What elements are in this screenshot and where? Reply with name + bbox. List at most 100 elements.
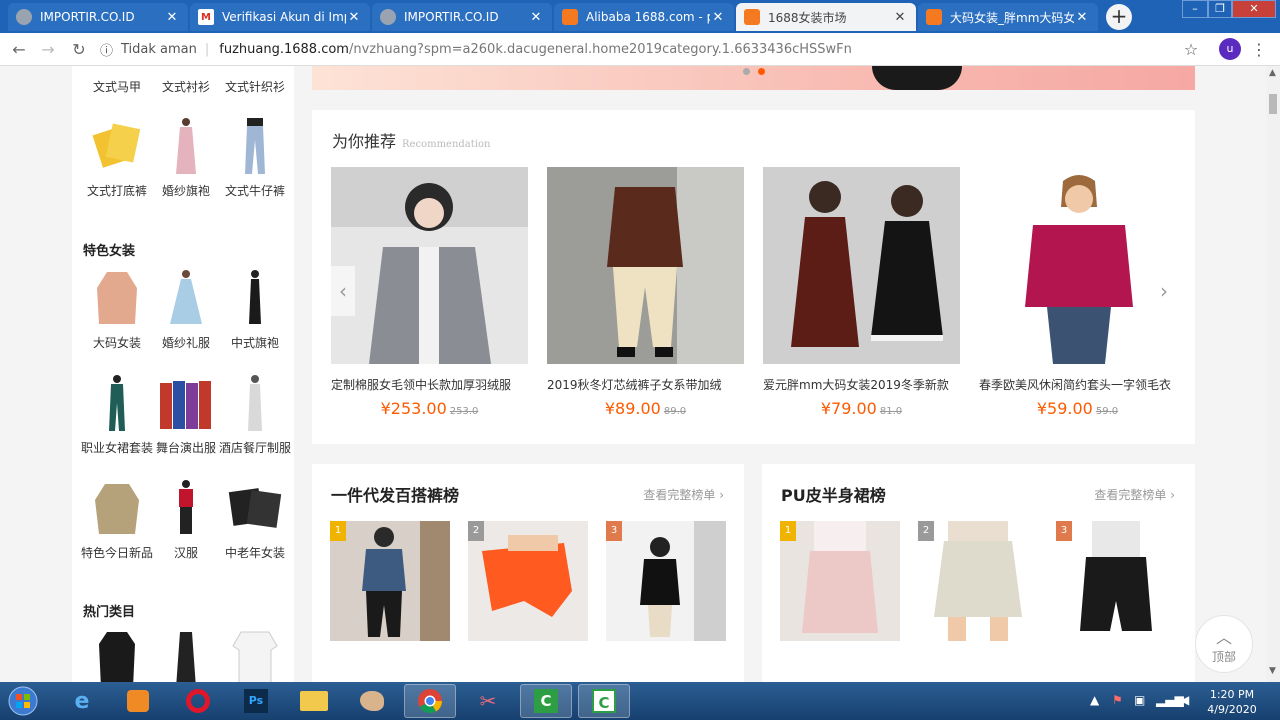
file-explorer-icon[interactable] [288, 684, 340, 718]
product-name[interactable]: 定制棉服女毛领中长款加厚羽绒服 [331, 376, 528, 393]
ranking-item[interactable]: 3 [606, 521, 726, 641]
category-item[interactable]: 酒店餐厅制服 [218, 373, 292, 456]
bookmark-star-icon[interactable]: ☆ [1180, 39, 1202, 61]
restore-icon[interactable]: ❐ [1208, 0, 1232, 18]
product-price: ¥59.00 [1036, 399, 1093, 418]
close-icon[interactable]: ✕ [164, 10, 180, 25]
product-image[interactable] [763, 167, 960, 364]
chevron-up-icon: ︿ [1215, 628, 1232, 647]
camtasia-recorder-icon[interactable]: C [578, 684, 630, 718]
forward-arrow-icon[interactable]: → [37, 39, 59, 61]
profile-avatar[interactable]: u [1219, 38, 1241, 60]
product-card[interactable]: 春季欧美风休闲简约套头一字领毛衣 ¥59.00 59.0 [979, 167, 1176, 418]
category-item[interactable]: 婚纱礼服 [149, 268, 223, 351]
back-arrow-icon[interactable]: ← [8, 39, 30, 61]
close-icon[interactable]: ✕ [892, 10, 908, 25]
category-item[interactable]: 职业女裙套装 [80, 373, 154, 456]
chrome-icon[interactable] [404, 684, 456, 718]
category-item[interactable]: 文式衬衫 [149, 78, 223, 95]
category-item[interactable]: 文式针织衫 [218, 78, 292, 95]
carousel-dot-active[interactable] [758, 68, 765, 75]
scroll-up-arrow-icon[interactable]: ▲ [1269, 68, 1276, 78]
product-card[interactable]: 定制棉服女毛领中长款加厚羽绒服 ¥253.00 253.0 [331, 167, 528, 418]
address-bar[interactable]: ⓘ Tidak aman | fuzhuang.1688.com /nvzhua… [100, 37, 1210, 62]
reload-icon[interactable]: ↻ [68, 39, 90, 61]
ranking-title: 一件代发百搭裤榜 [331, 486, 460, 505]
new-tab-button[interactable]: + [1106, 4, 1132, 30]
network-icon[interactable]: ▣ [1134, 693, 1145, 707]
ranking-item[interactable]: 3 [1056, 521, 1176, 641]
ranking-item[interactable]: 2 [918, 521, 1038, 641]
promo-banner[interactable] [312, 66, 1195, 90]
category-item[interactable] [149, 628, 223, 682]
tab-importir-2[interactable]: IMPORTIR.CO.ID ✕ [372, 3, 552, 31]
category-item[interactable]: 文式马甲 [80, 78, 154, 95]
view-full-ranking-link[interactable]: 查看完整榜单 › [643, 486, 724, 503]
camtasia-icon[interactable]: C [520, 684, 572, 718]
category-item[interactable]: 汉服 [149, 478, 223, 561]
category-item[interactable]: 中式旗袍 [218, 268, 292, 351]
chevron-left-icon[interactable]: ‹ [331, 266, 355, 316]
media-player-icon[interactable] [112, 684, 164, 718]
product-card[interactable]: 2019秋冬灯芯绒裤子女系带加绒 ¥89.00 89.0 [547, 167, 744, 418]
product-thumbnail [89, 373, 145, 433]
ranking-item[interactable]: 1 [780, 521, 900, 641]
product-thumbnail [158, 628, 214, 682]
menu-kebab-icon[interactable]: ⋮ [1248, 39, 1270, 61]
product-card[interactable]: 爱元胖mm大码女装2019冬季新款 ¥79.00 81.0 [763, 167, 960, 418]
opera-icon[interactable] [172, 684, 224, 718]
product-image[interactable] [547, 167, 744, 364]
category-item[interactable]: 特色今日新品 [80, 478, 154, 561]
category-item[interactable]: 文式打底裤 [80, 116, 154, 199]
flag-icon[interactable]: ⚑ [1112, 693, 1123, 707]
product-name[interactable]: 春季欧美风休闲简约套头一字领毛衣 [979, 376, 1176, 393]
category-item[interactable]: 大码女装 [80, 268, 154, 351]
view-full-ranking-link[interactable]: 查看完整榜单 › [1094, 486, 1175, 503]
product-image[interactable] [331, 167, 528, 364]
carousel-dot[interactable] [743, 68, 750, 75]
category-item[interactable]: 中老年女装 [218, 478, 292, 561]
category-item[interactable]: 文式牛仔裤 [218, 116, 292, 199]
tab-importir-1[interactable]: IMPORTIR.CO.ID ✕ [8, 3, 188, 31]
scroll-down-arrow-icon[interactable]: ▼ [1269, 666, 1276, 676]
photoshop-icon[interactable]: Ps [230, 684, 282, 718]
product-thumbnail [227, 268, 283, 328]
security-label[interactable]: Tidak aman [121, 42, 197, 57]
category-item[interactable]: 婚纱旗袍 [149, 116, 223, 199]
ranking-item[interactable]: 1 [330, 521, 450, 641]
scrollbar-thumb[interactable] [1269, 94, 1277, 114]
volume-icon[interactable]: ◀ [1180, 693, 1189, 707]
minimize-icon[interactable]: – [1182, 0, 1208, 18]
info-icon[interactable]: ⓘ [100, 40, 113, 59]
category-sidebar: 文式马甲 文式衬衫 文式针织衫 文式打底裤 婚纱旗袍 文式牛仔裤 特色女装 大码… [72, 66, 294, 682]
category-item[interactable] [80, 628, 154, 682]
back-to-top-button[interactable]: ︿ 顶部 [1195, 615, 1253, 673]
close-icon[interactable]: ✕ [346, 10, 362, 25]
tab-alibaba[interactable]: Alibaba 1688.com - platfor ✕ [554, 3, 734, 31]
category-item[interactable] [218, 628, 292, 682]
close-icon[interactable]: ✕ [710, 10, 726, 25]
banner-model [872, 66, 962, 90]
tab-1688-women[interactable]: 1688女装市场 ✕ [736, 3, 916, 31]
ranking-item[interactable]: 2 [468, 521, 588, 641]
tab-plus-size[interactable]: 大码女装_胖mm大码女装 ✕ [918, 3, 1098, 31]
close-icon[interactable]: ✕ [528, 10, 544, 25]
start-button[interactable] [0, 684, 46, 718]
chevron-right-icon[interactable]: › [1152, 266, 1176, 316]
category-label: 文式针织衫 [224, 80, 285, 94]
close-window-icon[interactable]: ✕ [1232, 0, 1276, 18]
system-clock[interactable]: 1:20 PM 4/9/2020 [1200, 687, 1264, 717]
close-icon[interactable]: ✕ [1074, 10, 1090, 25]
product-name[interactable]: 2019秋冬灯芯绒裤子女系带加绒 [547, 376, 744, 393]
vertical-scrollbar[interactable]: ▲ ▼ [1266, 66, 1280, 682]
product-image[interactable] [979, 167, 1176, 364]
show-hidden-icons-icon[interactable]: ▲ [1090, 693, 1099, 707]
product-original-price: 81.0 [879, 406, 903, 417]
paint-icon[interactable] [346, 684, 398, 718]
category-item[interactable]: 舞台演出服 [149, 373, 223, 456]
product-name[interactable]: 爱元胖mm大码女装2019冬季新款 [763, 376, 960, 393]
tab-gmail[interactable]: M Verifikasi Akun di Importir ✕ [190, 3, 370, 31]
page-content: 文式马甲 文式衬衫 文式针织衫 文式打底裤 婚纱旗袍 文式牛仔裤 特色女装 大码… [0, 66, 1266, 682]
snipping-tool-icon[interactable]: ✂ [462, 684, 514, 718]
internet-explorer-icon[interactable]: e [56, 684, 108, 718]
